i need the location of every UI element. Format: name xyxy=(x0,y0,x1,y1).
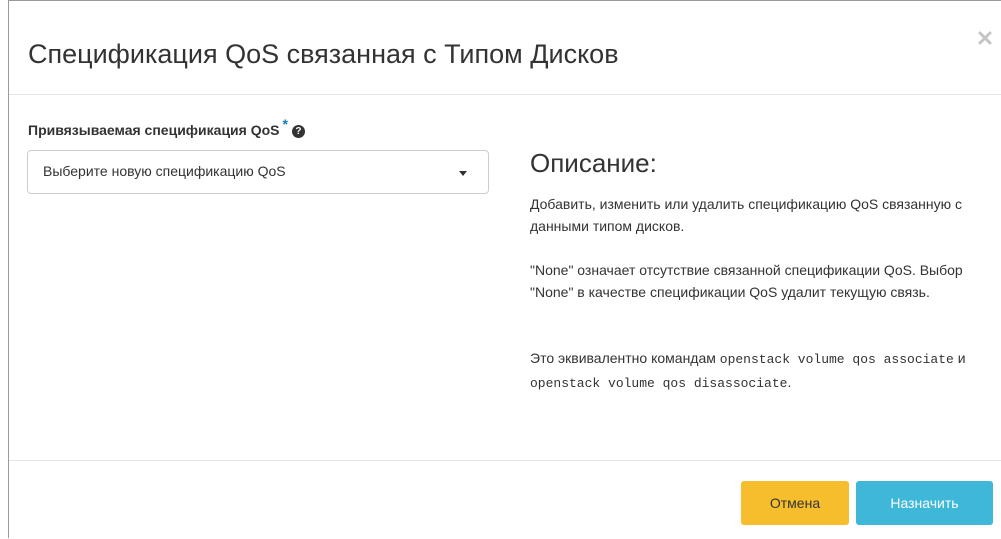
qos-association-dialog: Спецификация QoS связанная с Типом Диско… xyxy=(8,0,1001,538)
close-button[interactable] xyxy=(978,28,998,48)
qos-spec-label-text: Привязываемая спецификация QoS xyxy=(28,122,280,138)
close-icon xyxy=(978,31,992,45)
modal-footer xyxy=(9,460,1001,539)
command-suffix: . xyxy=(787,374,792,390)
qos-spec-select[interactable]: Выберите новую спецификацию QoS xyxy=(27,150,489,194)
cancel-button[interactable]: Отмена xyxy=(741,481,849,525)
command-prefix: Это эквивалентно командам xyxy=(530,350,716,366)
command-conjunction: и xyxy=(957,350,966,366)
description-paragraph-1: Добавить, изменить или удалить специфика… xyxy=(530,196,963,234)
question-circle-icon[interactable]: ? xyxy=(291,125,305,138)
qos-spec-label: Привязываемая спецификация QoS *? xyxy=(28,116,305,139)
modal-header: Спецификация QoS связанная с Типом Диско… xyxy=(9,1,1001,95)
description-paragraph-3: Это эквивалентно командам openstack volu… xyxy=(530,347,980,395)
required-mark: * xyxy=(282,116,288,132)
chevron-down-icon xyxy=(459,171,467,176)
description-heading: Описание: xyxy=(530,148,657,178)
associate-command: openstack volume qos associate xyxy=(719,352,954,367)
description-panel: Описание: Добавить, изменить или удалить… xyxy=(530,147,980,391)
modal-title: Спецификация QoS связанная с Типом Диско… xyxy=(28,39,619,69)
disassociate-command: openstack volume qos disassociate xyxy=(530,376,788,391)
assign-button[interactable]: Назначить xyxy=(856,481,993,525)
description-paragraph-2: "None" означает отсутствие связанной спе… xyxy=(530,262,963,300)
qos-spec-select-value: Выберите новую спецификацию QoS xyxy=(43,163,286,179)
